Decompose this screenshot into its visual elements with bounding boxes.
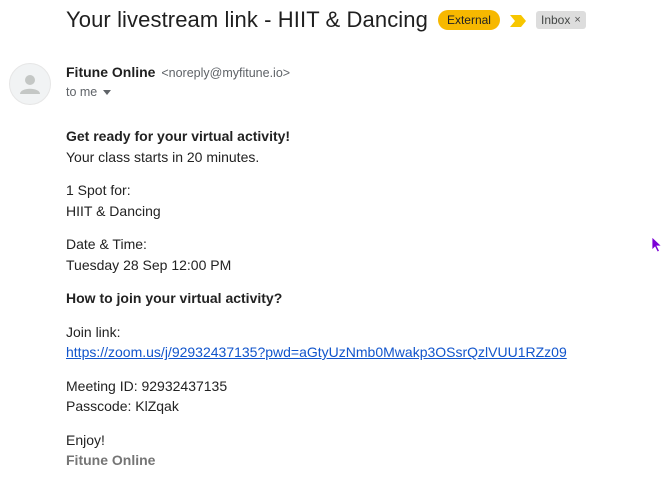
subject-row: Your livestream link - HIIT & Dancing Ex… [66,5,586,35]
mouse-cursor-icon [651,236,663,254]
chevron-down-icon[interactable] [103,89,112,95]
email-subject: Your livestream link - HIIT & Dancing [66,7,428,32]
sender-name[interactable]: Fitune Online [66,64,155,80]
join-heading: How to join your virtual activity? [66,290,283,306]
inbox-label-chip[interactable]: Inbox × [535,11,586,29]
join-link[interactable]: https://zoom.us/j/92932437135?pwd=aGtyUz… [66,344,567,360]
person-icon [20,75,40,94]
passcode: Passcode: KlZqak [66,398,179,414]
inbox-label-text: Inbox [540,13,571,27]
sender-email: <noreply@myfitune.io> [161,66,291,80]
importance-marker-icon[interactable] [509,14,526,27]
spot-label: 1 Spot for: [66,182,131,198]
signature: Fitune Online [66,452,156,468]
class-start-text: Your class starts in 20 minutes. [66,148,260,165]
recipient-text: to me [66,85,98,99]
remove-label-icon[interactable]: × [574,13,580,27]
datetime-label: Date & Time: [66,236,147,252]
sender-avatar[interactable] [9,63,51,105]
recipient-details-toggle[interactable]: to me [66,85,112,99]
meeting-id: Meeting ID: 92932437135 [66,377,228,394]
join-label: Join link: [66,323,121,340]
closing-text: Enjoy! [66,431,105,448]
spot-value: HIIT & Dancing [66,202,161,219]
datetime-value: Tuesday 28 Sep 12:00 PM [66,256,232,273]
sender-row: Fitune Online <noreply@myfitune.io> [66,64,290,80]
external-badge: External [437,10,500,30]
email-body: Get ready for your virtual activity! You… [66,126,567,484]
body-heading: Get ready for your virtual activity! [66,128,291,144]
